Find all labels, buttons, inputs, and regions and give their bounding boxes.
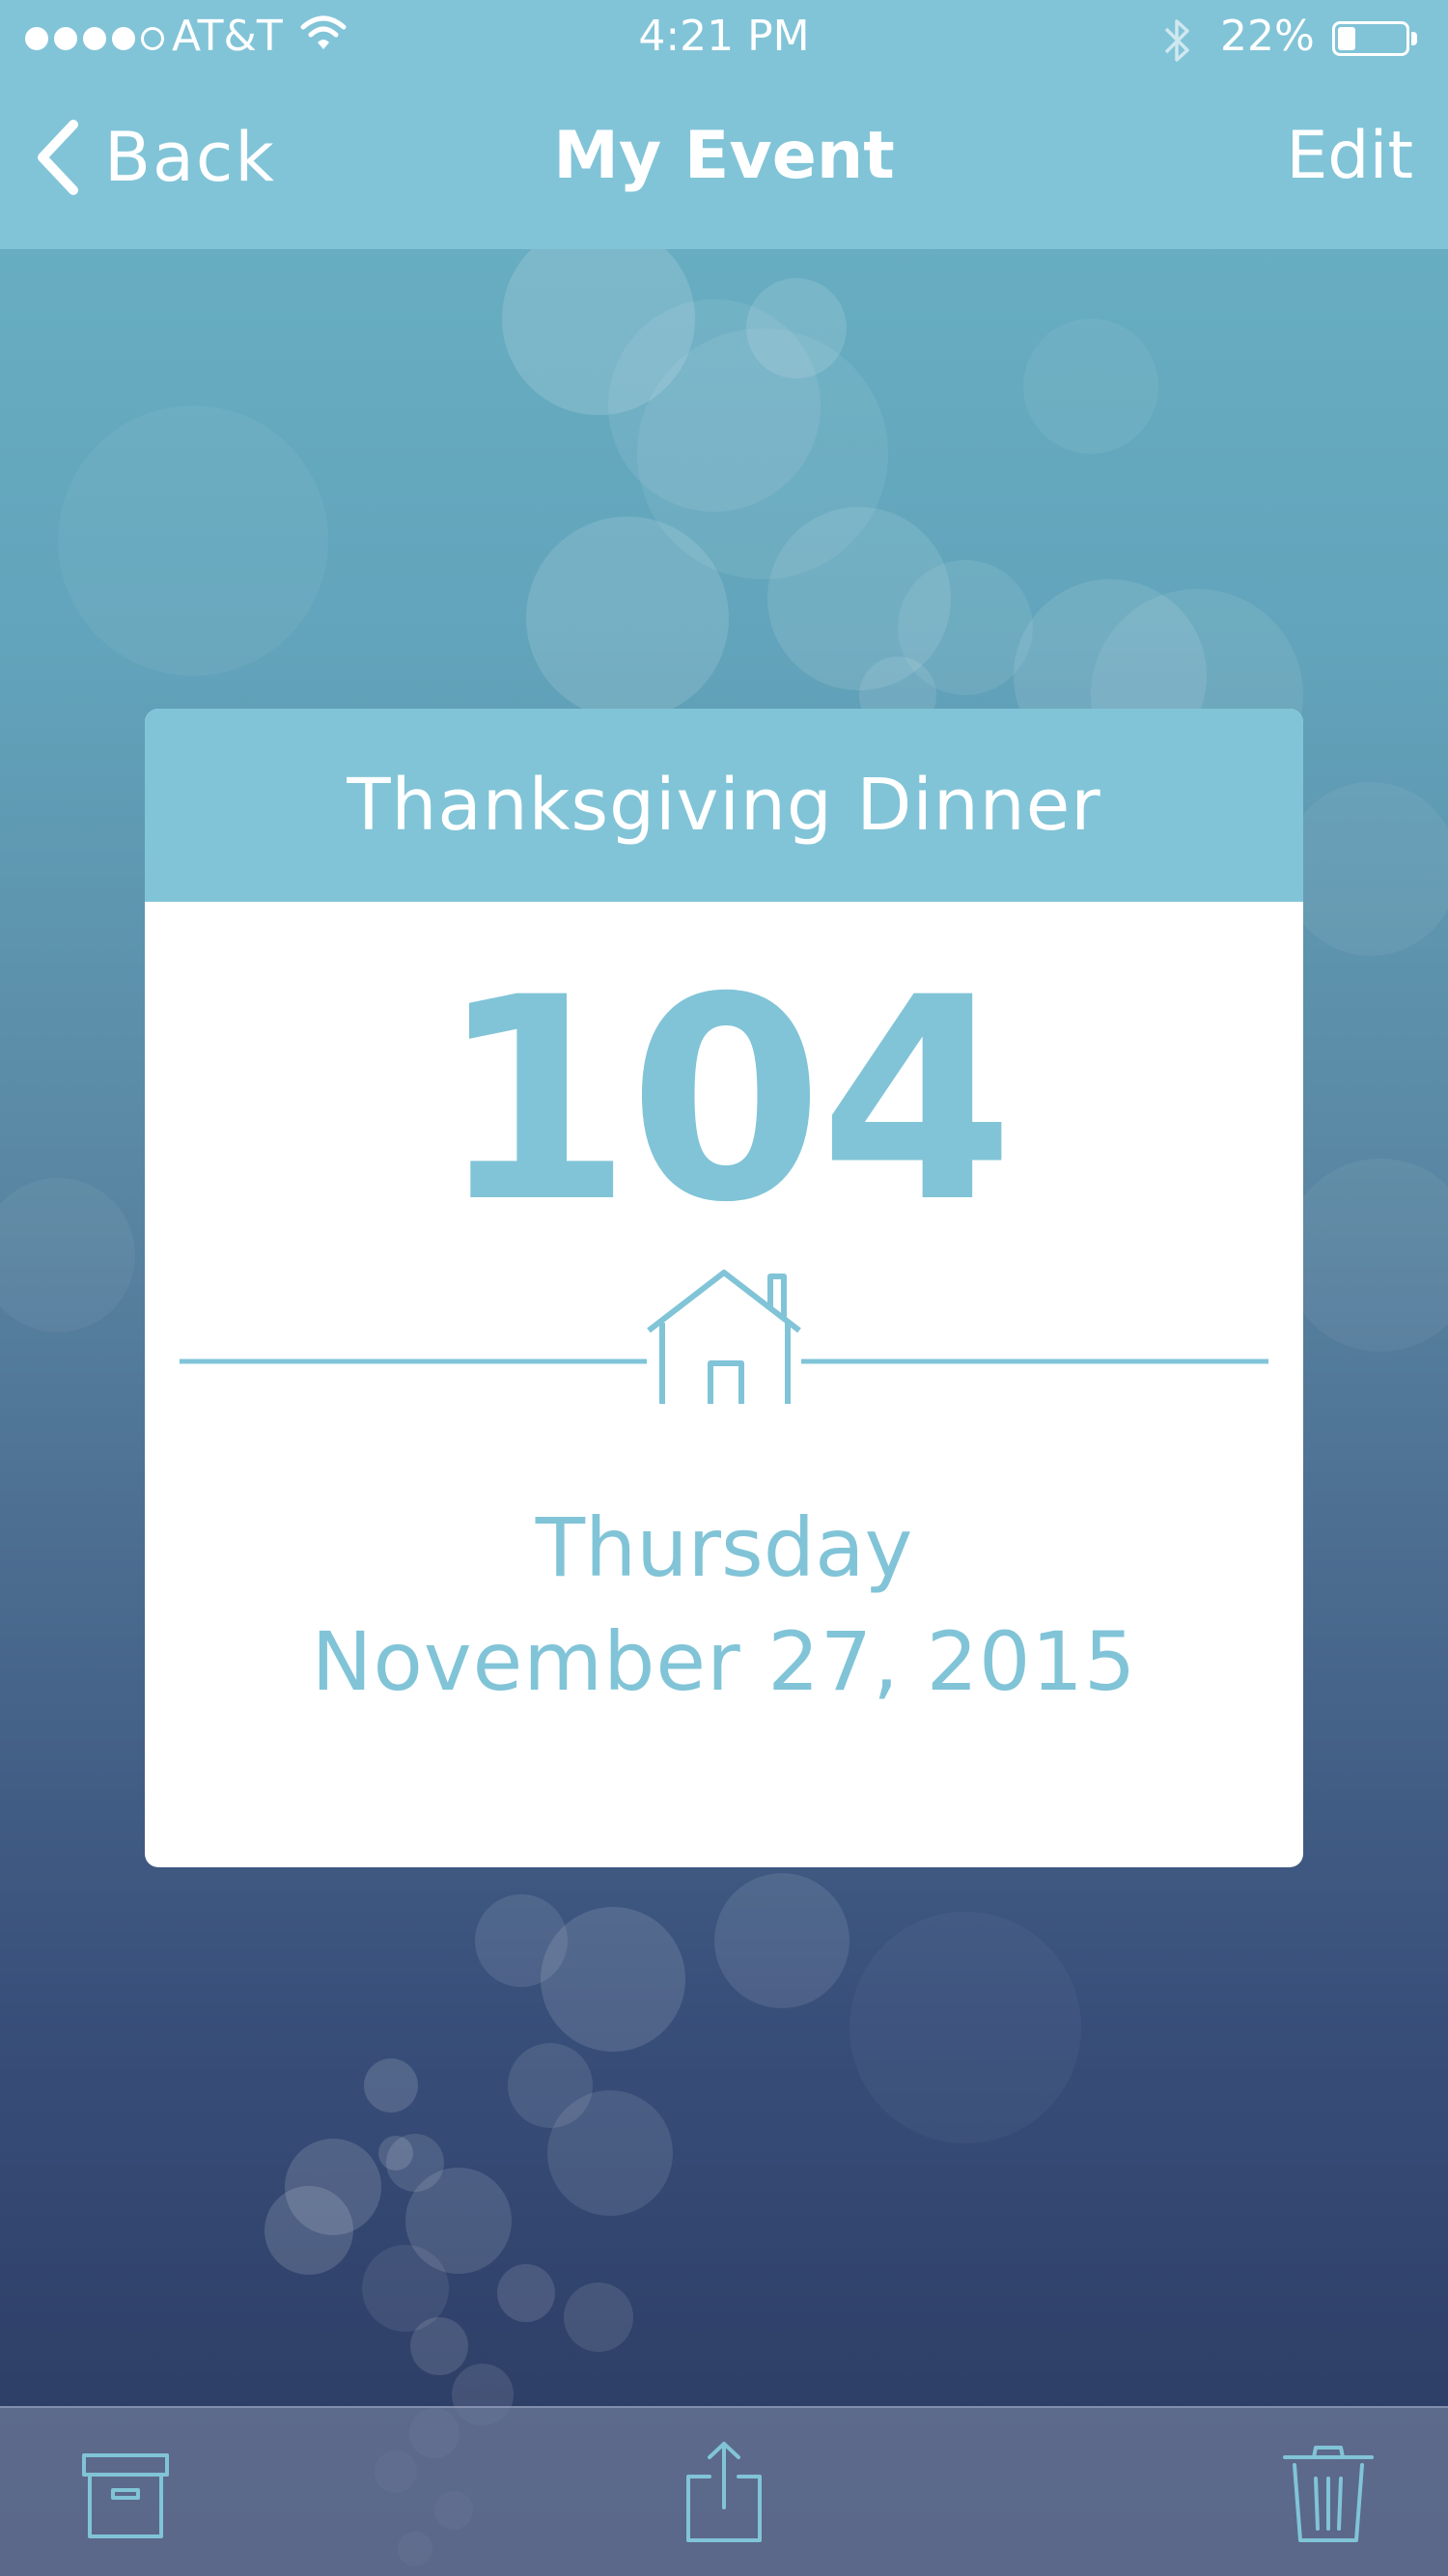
bottom-toolbar bbox=[0, 2406, 1448, 2576]
navigation-bar: Back My Event Edit bbox=[0, 97, 1448, 222]
event-date: November 27, 2015 bbox=[311, 1614, 1137, 1709]
status-bar: AT&T 4:21 PM 22% bbox=[0, 0, 1448, 77]
event-title: Thanksgiving Dinner bbox=[145, 709, 1303, 902]
share-icon bbox=[686, 2442, 762, 2542]
event-weekday: Thursday bbox=[535, 1500, 913, 1595]
edit-button[interactable]: Edit bbox=[1286, 118, 1413, 194]
share-button[interactable] bbox=[647, 2408, 801, 2576]
event-screen: AT&T 4:21 PM 22% Back My Event Edit Than… bbox=[0, 0, 1448, 2576]
trash-button[interactable] bbox=[1251, 2408, 1406, 2576]
archive-button[interactable] bbox=[48, 2408, 203, 2576]
house-divider bbox=[180, 1270, 1268, 1404]
trash-icon bbox=[1283, 2446, 1374, 2542]
house-icon bbox=[647, 1270, 801, 1404]
day-count: 104 bbox=[437, 938, 1014, 1264]
top-bar: AT&T 4:21 PM 22% Back My Event Edit bbox=[0, 0, 1448, 249]
bluetooth-icon bbox=[1164, 19, 1189, 62]
archive-icon bbox=[82, 2453, 169, 2538]
event-card[interactable]: Thanksgiving Dinner 104 Thursday Novembe… bbox=[145, 709, 1303, 1867]
page-title: My Event bbox=[553, 118, 895, 194]
battery-icon bbox=[1332, 21, 1417, 56]
battery-percent: 22% bbox=[1220, 12, 1315, 61]
